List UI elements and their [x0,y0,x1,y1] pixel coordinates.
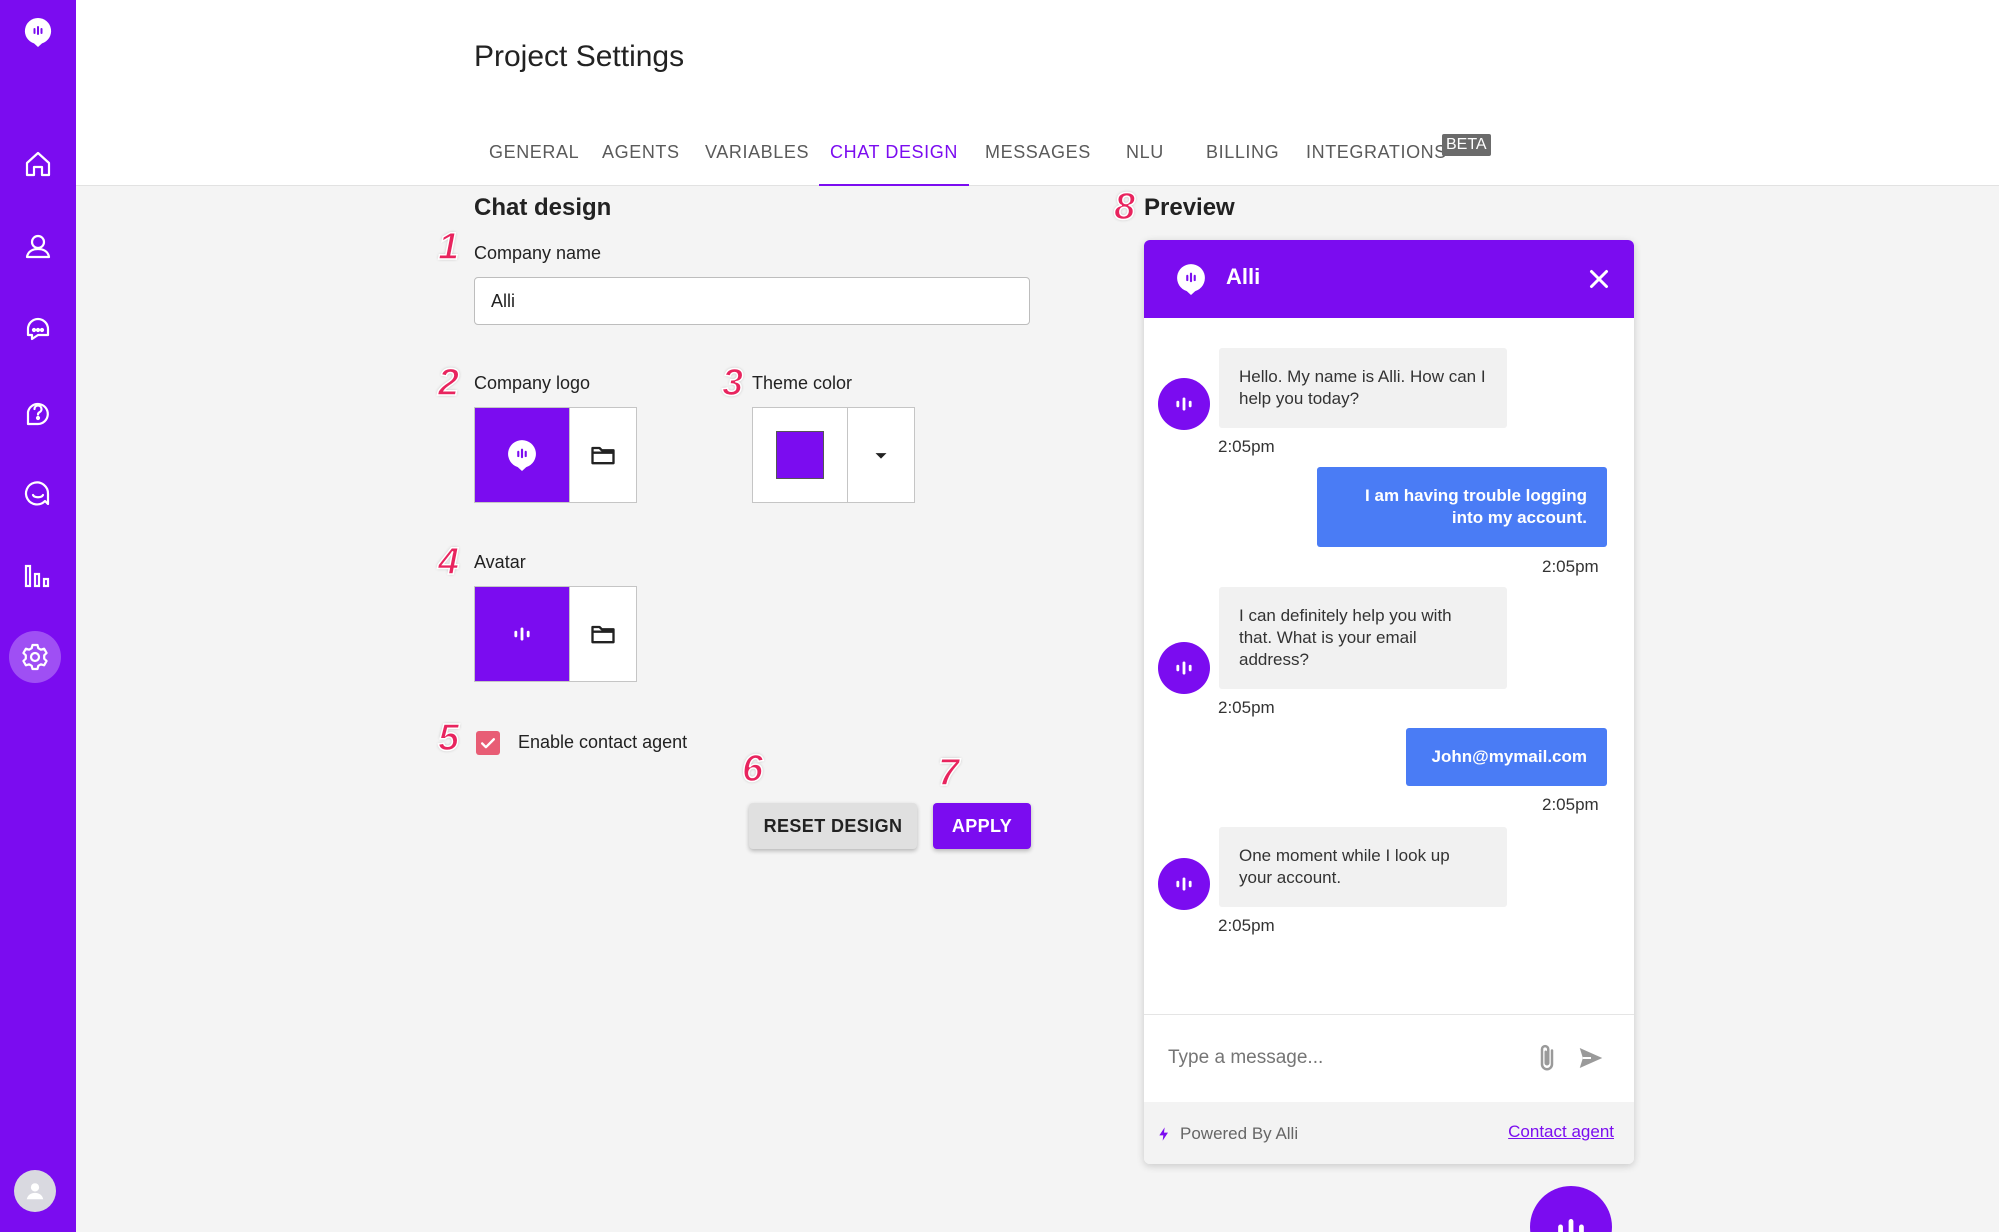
voice-wave-icon [1176,397,1192,411]
folder-icon [591,625,615,644]
logo-icon [508,440,536,471]
user-message: John@mymail.com [1406,728,1607,786]
avatar-picker [474,586,637,682]
tab-general[interactable]: GENERAL [474,130,584,186]
beta-badge: BETA [1442,134,1491,156]
chat-footer: Powered By Alli Contact agent [1144,1102,1634,1164]
company-name-input[interactable] [474,277,1030,325]
avatar-label: Avatar [474,552,526,572]
marker-6: 6 [741,747,764,791]
voice-wave-icon [514,627,530,641]
message-time: 2:05pm [1542,795,1599,814]
marker-7: 7 [937,751,960,795]
logo-icon[interactable] [0,4,76,60]
check-icon [481,738,495,749]
chat-launcher-button[interactable] [1530,1186,1612,1232]
sidebar [0,0,76,1232]
message-time: 2:05pm [1218,698,1275,717]
tab-integrations[interactable]: INTEGRATIONS [1306,130,1447,186]
voice-wave-icon [1176,661,1192,675]
marker-5: 5 [437,716,460,760]
reset-design-button[interactable]: RESET DESIGN [749,803,917,849]
lightning-icon [1159,1127,1168,1141]
attachment-icon[interactable] [1532,1043,1562,1073]
marker-4: 4 [437,540,460,584]
bot-avatar [1158,378,1210,430]
marker-2: 2 [437,361,460,405]
company-logo-preview [475,408,569,502]
home-icon[interactable] [0,136,76,192]
chat-bot-name: Alli [1226,264,1261,289]
close-icon[interactable] [1584,264,1614,294]
enable-contact-agent-checkbox[interactable] [476,731,500,755]
voice-wave-icon [1558,1219,1584,1232]
conversation-icon[interactable] [0,466,76,522]
bot-message: One moment while I look up your account. [1219,827,1507,907]
chat-input-area [1144,1014,1634,1102]
enable-contact-agent-label: Enable contact agent [518,732,688,752]
message-time: 2:05pm [1542,557,1599,576]
help-icon[interactable] [0,384,76,440]
tab-billing[interactable]: BILLING [1206,130,1279,186]
bot-avatar [1158,642,1210,694]
voice-wave-icon [1176,877,1192,891]
company-logo-picker [474,407,637,503]
avatar-preview [475,587,569,681]
tab-messages[interactable]: MESSAGES [985,130,1091,186]
avatar-upload-button[interactable] [569,587,636,681]
user-icon[interactable] [0,218,76,274]
folder-icon [591,446,615,465]
settings-icon[interactable] [9,631,61,683]
tab-chat-design[interactable]: CHAT DESIGN [819,130,969,186]
bot-message: Hello. My name is Alli. How can I help y… [1219,348,1507,428]
tab-variables[interactable]: VARIABLES [705,130,809,186]
caret-down-icon [875,453,887,459]
analytics-icon[interactable] [0,548,76,604]
company-logo-upload-button[interactable] [569,408,636,502]
preview-heading: Preview [1144,194,1235,221]
logo-icon [1177,264,1205,295]
chat-message-input[interactable] [1168,1039,1508,1077]
marker-3: 3 [721,361,744,405]
company-name-label: Company name [474,243,602,263]
bot-message: I can definitely help you with that. Wha… [1219,587,1507,689]
account-avatar-icon[interactable] [14,1170,56,1212]
tab-agents[interactable]: AGENTS [602,130,680,186]
theme-color-picker [752,407,915,503]
contact-agent-link[interactable]: Contact agent [1508,1122,1614,1142]
bot-avatar [1158,858,1210,910]
company-logo-label: Company logo [474,373,591,393]
page-title: Project Settings [474,40,685,73]
powered-by-text: Powered By Alli [1180,1124,1299,1143]
message-time: 2:05pm [1218,437,1275,456]
marker-8: 8 [1113,185,1136,229]
chat-header: Alli [1144,240,1634,318]
chat-agent-icon[interactable] [0,301,76,357]
user-message: I am having trouble logging into my acco… [1317,467,1607,547]
theme-color-label: Theme color [752,373,853,393]
tab-nlu[interactable]: NLU [1126,130,1164,186]
theme-color-dropdown-button[interactable] [847,408,914,502]
marker-1: 1 [437,225,460,269]
send-icon[interactable] [1576,1043,1606,1073]
color-swatch [776,431,824,479]
apply-button[interactable]: APPLY [933,803,1031,849]
theme-color-swatch[interactable] [753,408,847,502]
chat-design-heading: Chat design [474,194,612,221]
chat-preview-widget: Alli Hello. My name is Alli. How can I h… [1144,240,1634,1164]
message-time: 2:05pm [1218,916,1275,935]
